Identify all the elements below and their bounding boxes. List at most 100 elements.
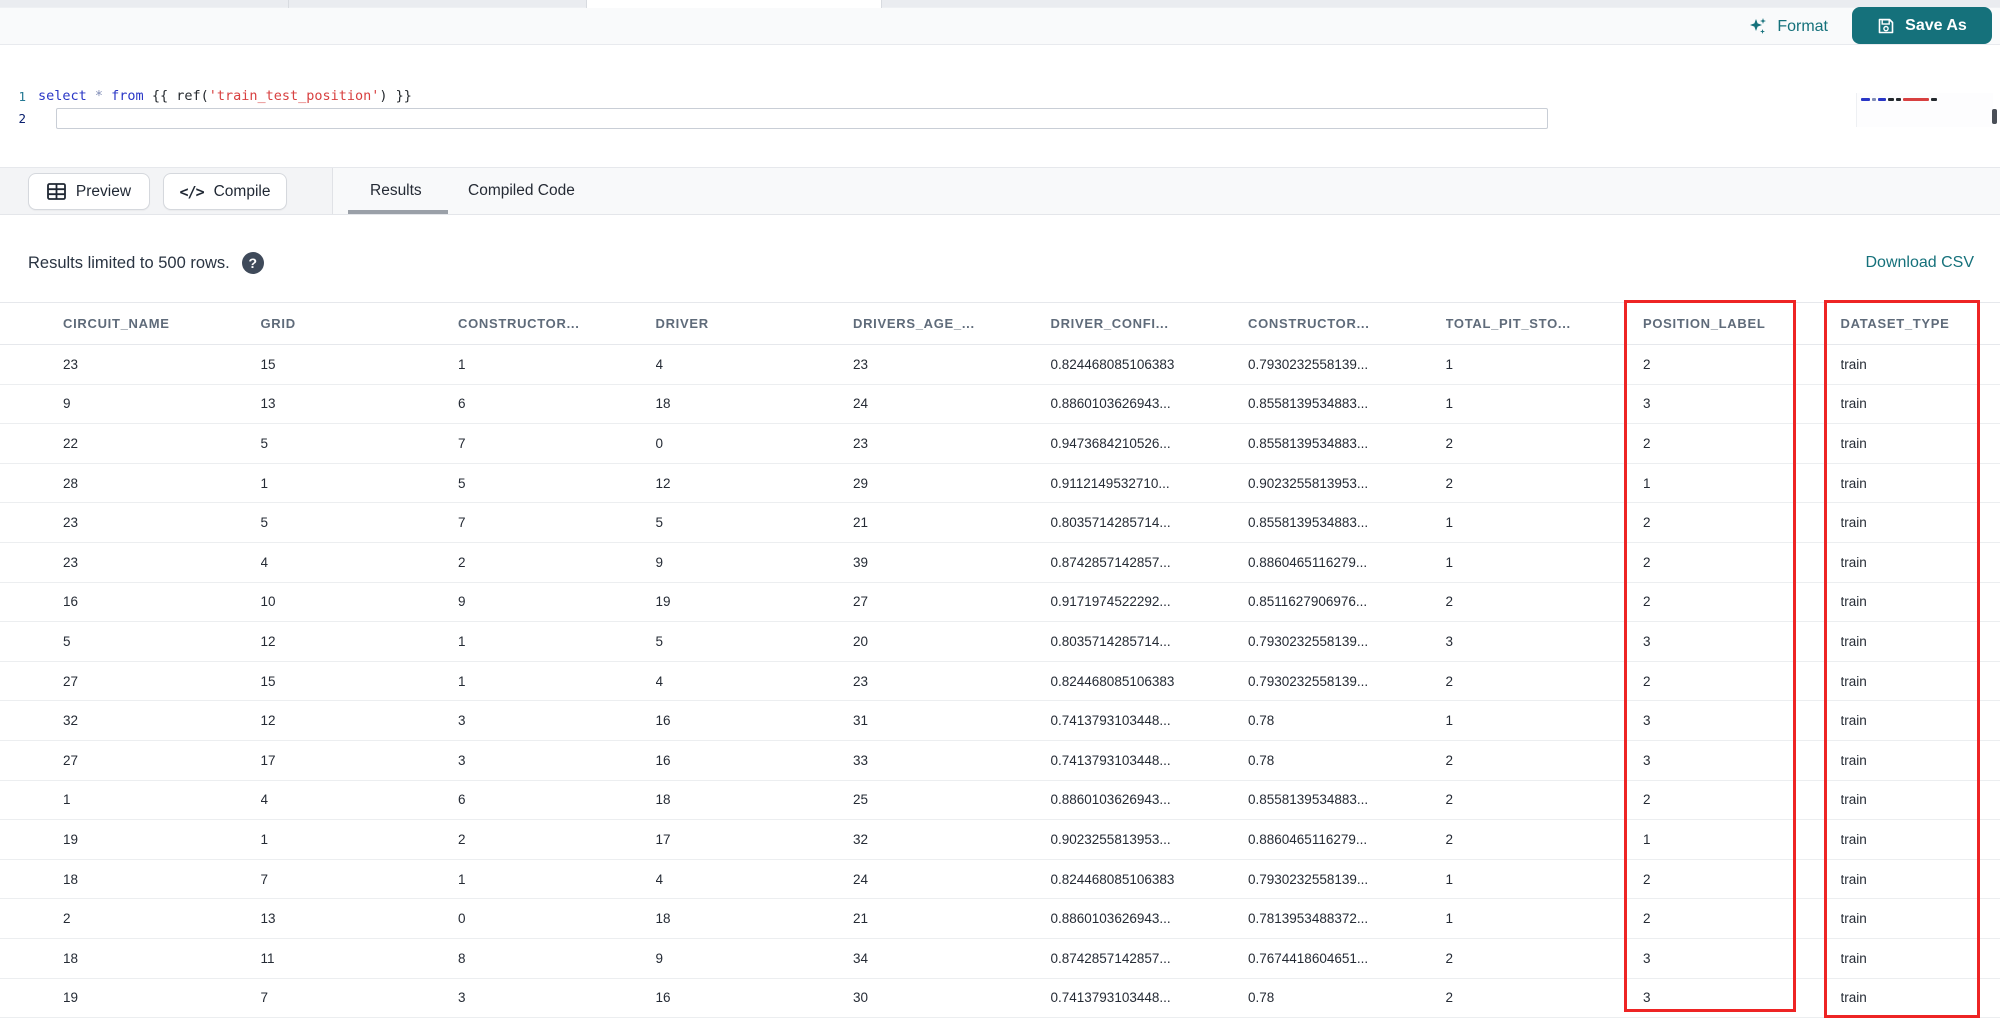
compile-button[interactable]: </> Compile — [163, 173, 287, 210]
column-header[interactable]: DRIVERS_AGE_... — [853, 316, 1051, 331]
table-cell: 4 — [260, 554, 269, 570]
editor-top-bar: Format Save As — [0, 7, 2000, 45]
column-header[interactable]: POSITION_LABEL — [1643, 316, 1841, 331]
table-cell: 20 — [853, 633, 869, 649]
table-cell: 18 — [63, 950, 79, 966]
column-header[interactable]: DATASET_TYPE — [1841, 316, 2000, 331]
table-cell: 0.9023255813953... — [1050, 831, 1171, 847]
sparkles-icon — [1748, 17, 1768, 37]
code-token: from — [111, 88, 152, 104]
table-cell: 3 — [1643, 396, 1651, 412]
table-row: 32 12 3 16 31 0.7413793103448... 0.78 1 3 train — [0, 701, 2000, 741]
table-cell: 0.7930232558139... — [1248, 356, 1369, 372]
table-row: 28 1 5 12 29 0.9112149532710... 0.902325581395… — [0, 463, 2000, 504]
save-icon — [1877, 17, 1895, 35]
column-header[interactable]: CONSTRUCTOR... — [458, 316, 656, 331]
table-cell: 1 — [1445, 396, 1454, 412]
table-cell: train — [1840, 435, 1867, 451]
table-cell: 0.824468085106383 — [1050, 673, 1175, 689]
table-cell: 17 — [655, 831, 671, 847]
table-cell: 1 — [1445, 713, 1454, 729]
table-cell: 3 — [1445, 633, 1454, 649]
column-header[interactable]: GRID — [261, 316, 459, 331]
table-cell: 2 — [1643, 911, 1651, 927]
table-cell: 0.78 — [1248, 713, 1275, 729]
table-cell: 2 — [1445, 792, 1454, 808]
line-number-1: 1 — [18, 88, 26, 104]
table-cell: 0.8742857142857... — [1050, 950, 1171, 966]
column-header[interactable]: TOTAL_PIT_STO... — [1446, 316, 1644, 331]
help-icon[interactable]: ? — [241, 252, 264, 274]
table-cell: 12 — [260, 713, 276, 729]
table-cell: 27 — [63, 752, 79, 768]
table-cell: 0.9023255813953... — [1248, 475, 1369, 491]
code-line-1[interactable]: select * from {{ ref('train_test_positio… — [38, 88, 412, 104]
table-cell: 1 — [1643, 475, 1651, 491]
tab-results[interactable]: Results — [370, 168, 422, 214]
table-cell: 1 — [1445, 356, 1454, 372]
table-cell: train — [1840, 990, 1867, 1006]
sql-editor[interactable]: 1 select * from {{ ref('train_test_posit… — [0, 45, 2000, 167]
table-cell: 1 — [260, 475, 269, 491]
column-header[interactable]: DRIVER — [656, 316, 854, 331]
table-cell: 2 — [1445, 475, 1454, 491]
table-cell: 9 — [655, 950, 664, 966]
active-file-tab[interactable] — [586, 0, 881, 8]
table-cell: 0.7813953488372... — [1248, 911, 1369, 927]
tab-compiled-code[interactable]: Compiled Code — [468, 168, 575, 214]
table-cell: 8 — [458, 950, 466, 966]
table-cell: 16 — [655, 990, 671, 1006]
table-cell: 0.8511627906976... — [1248, 594, 1368, 610]
column-header[interactable]: CONSTRUCTOR... — [1248, 316, 1446, 331]
table-cell: 27 — [853, 594, 869, 610]
column-header[interactable]: DRIVER_CONFI... — [1051, 316, 1249, 331]
table-row: 19 1 2 17 32 0.9023255813953... 0.886046511627… — [0, 820, 2000, 860]
table-cell: 3 — [1643, 713, 1651, 729]
table-cell: 33 — [853, 752, 869, 768]
table-row: 19 7 3 16 30 0.7413793103448... 0.78 2 3 train — [0, 978, 2000, 1019]
table-cell: 3 — [458, 713, 466, 729]
table-cell: 27 — [63, 673, 79, 689]
table-cell: 3 — [458, 990, 466, 1006]
table-cell: 0.9171974522292... — [1050, 594, 1171, 610]
column-header[interactable]: CIRCUIT_NAME — [63, 316, 261, 331]
table-cell: 39 — [853, 554, 869, 570]
table-cell: 0.7930232558139... — [1248, 871, 1369, 887]
table-cell: 12 — [260, 633, 276, 649]
editor-scrollbar[interactable] — [1992, 109, 1997, 124]
table-cell: 2 — [1643, 515, 1651, 531]
table-cell: train — [1840, 911, 1867, 927]
save-as-button[interactable]: Save As — [1852, 7, 1992, 44]
table-cell: train — [1840, 950, 1867, 966]
table-cell: train — [1840, 475, 1867, 491]
results-limit-text: Results limited to 500 rows. — [28, 253, 230, 272]
code-brackets-icon: </> — [179, 182, 205, 201]
table-cell: 23 — [853, 356, 869, 372]
table-row: 27 15 1 4 23 0.824468085106383 0.7930232558139… — [0, 661, 2000, 702]
table-cell: train — [1840, 594, 1867, 610]
table-cell: train — [1840, 356, 1867, 372]
table-cell: 1 — [1445, 554, 1454, 570]
table-row: 23 15 1 4 23 0.824468085106383 0.7930232558139… — [0, 345, 2000, 385]
table-cell: 0.7930232558139... — [1248, 673, 1369, 689]
code-token: 'train_test_position' — [208, 88, 380, 104]
table-cell: 3 — [1643, 950, 1651, 966]
table-cell: 0.8742857142857... — [1050, 554, 1171, 570]
format-button[interactable]: Format — [1748, 12, 1828, 42]
table-cell: 0 — [458, 911, 466, 927]
table-cell: 23 — [63, 515, 79, 531]
table-cell: 0.8860465116279... — [1248, 831, 1368, 847]
table-cell: 1 — [458, 871, 466, 887]
table-cell: 24 — [853, 871, 869, 887]
compile-label: Compile — [213, 182, 271, 200]
table-cell: 32 — [63, 713, 79, 729]
preview-button[interactable]: Preview — [28, 173, 150, 210]
table-cell: 13 — [260, 396, 276, 412]
table-cell: 11 — [260, 950, 275, 966]
editor-minimap[interactable] — [1856, 93, 1993, 127]
table-cell: 1 — [1643, 831, 1651, 847]
download-csv-link[interactable]: Download CSV — [1866, 254, 1975, 272]
table-cell: 28 — [63, 475, 79, 491]
table-cell: 29 — [853, 475, 869, 491]
table-cell: 7 — [458, 435, 466, 451]
